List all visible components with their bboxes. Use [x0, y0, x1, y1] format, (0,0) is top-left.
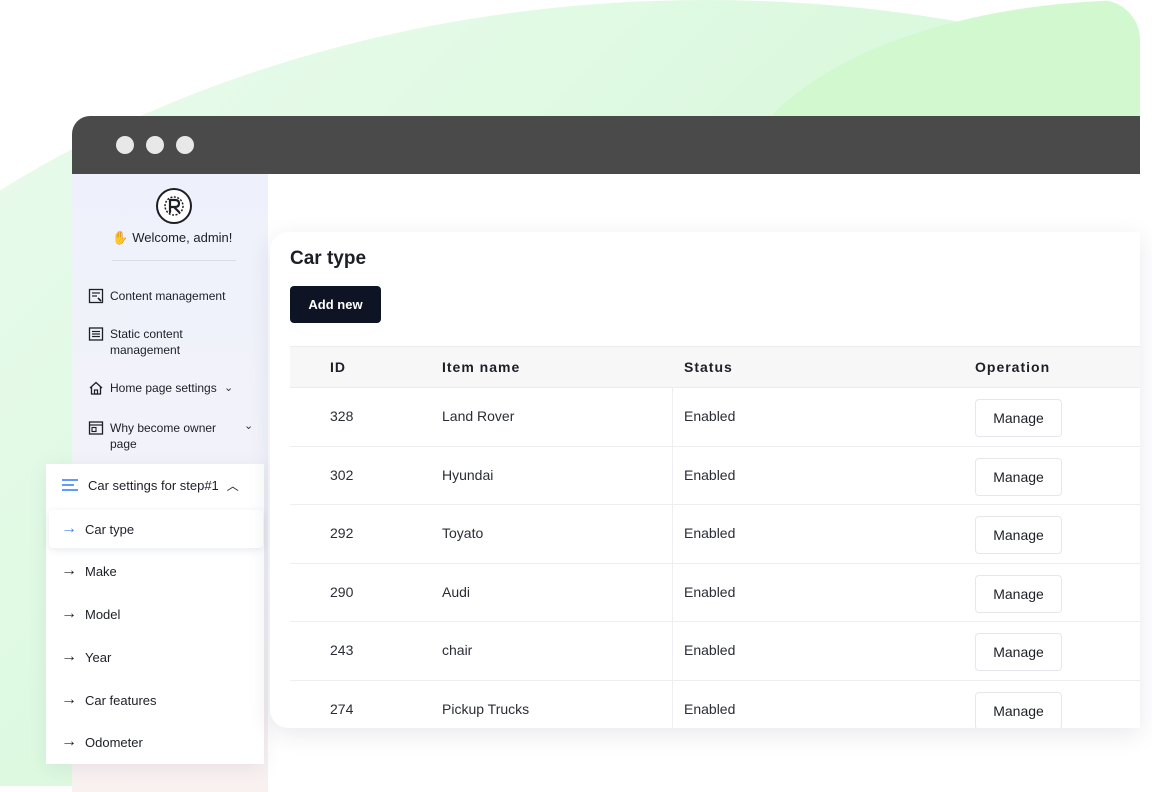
row-id: 274	[330, 700, 354, 717]
document-list-icon	[88, 327, 104, 341]
row-status: Enabled	[684, 583, 736, 600]
manage-button[interactable]: Manage	[975, 691, 1062, 728]
window-dot-icon[interactable]	[116, 136, 134, 154]
sidebar-item-odometer[interactable]: → Odometer	[49, 723, 263, 761]
browser-page-icon	[88, 421, 104, 435]
content-edit-icon	[88, 288, 104, 304]
home-icon	[89, 381, 103, 395]
car-settings-group: Car settings for step#1 ︿ → Car type → M…	[46, 464, 264, 764]
row-id: 292	[330, 525, 354, 541]
row-item-name: chair	[442, 642, 473, 658]
row-id: 290	[330, 583, 354, 600]
manage-button[interactable]: Manage	[975, 516, 1062, 554]
manage-button[interactable]: Manage	[975, 574, 1062, 613]
chevron-down-icon[interactable]: ⌄	[244, 418, 253, 434]
table-row: 292 Toyato Enabled Manage	[290, 505, 1140, 564]
brand-logo-icon	[156, 188, 192, 224]
table-row: 243 chair Enabled Manage	[290, 622, 1140, 681]
chevron-up-icon[interactable]: ︿	[227, 477, 239, 494]
chevron-down-icon[interactable]: ⌄	[224, 380, 233, 396]
arrow-right-icon: →	[61, 562, 77, 579]
arrow-right-icon: →	[61, 520, 77, 537]
car-type-panel: Car type Add new ID Item name Status Ope…	[270, 232, 1140, 728]
sidebar-item-content-management[interactable]: Content management	[88, 288, 225, 304]
row-status: Enabled	[684, 408, 736, 424]
row-status: Enabled	[684, 642, 736, 658]
row-id: 243	[330, 642, 354, 658]
welcome-message: ✋ Welcome, admin!	[112, 230, 233, 245]
manage-button[interactable]: Manage	[975, 457, 1062, 496]
row-id: 328	[330, 408, 354, 424]
row-item-name: Hyundai	[442, 466, 494, 483]
arrow-right-icon: →	[61, 648, 77, 665]
car-settings-group-header[interactable]: Car settings for step#1 ︿	[46, 464, 264, 506]
table-header: ID Item name Status Operation	[290, 346, 1140, 388]
table-row: 274 Pickup Trucks Enabled Manage	[290, 680, 1140, 728]
sidebar-item-why-become-owner[interactable]: Why become owner page ⌄	[88, 420, 258, 452]
sidebar-item-year[interactable]: → Year	[49, 638, 263, 676]
column-header-id: ID	[330, 359, 346, 375]
manage-button[interactable]: Manage	[975, 633, 1062, 671]
sidebar-item-model[interactable]: → Model	[49, 595, 263, 633]
table-row: 328 Land Rover Enabled Manage	[290, 388, 1140, 447]
row-item-name: Toyato	[442, 525, 484, 541]
page-title: Car type	[290, 248, 367, 269]
table-row: 290 Audi Enabled Manage	[290, 563, 1140, 622]
row-status: Enabled	[684, 700, 736, 717]
row-item-name: Audi	[442, 583, 471, 600]
row-item-name: Land Rover	[442, 408, 515, 424]
column-header-status: Status	[684, 359, 733, 375]
window-titlebar	[72, 116, 1140, 174]
arrow-right-icon: →	[61, 733, 77, 750]
sidebar-item-car-features[interactable]: → Car features	[49, 681, 263, 719]
arrow-right-icon: →	[61, 691, 77, 708]
window-dot-icon[interactable]	[146, 136, 164, 154]
arrow-right-icon: →	[61, 605, 77, 622]
sidebar-item-static-content[interactable]: Static content management	[88, 326, 198, 358]
row-status: Enabled	[684, 466, 736, 483]
column-header-item-name: Item name	[442, 359, 521, 375]
menu-lines-icon	[62, 479, 78, 491]
table-row: 302 Hyundai Enabled Manage	[290, 446, 1140, 505]
add-new-button[interactable]: Add new	[290, 286, 381, 323]
row-item-name: Pickup Trucks	[442, 700, 530, 717]
row-status: Enabled	[684, 525, 736, 541]
sidebar-item-home-page-settings[interactable]: Home page settings ⌄	[88, 380, 233, 396]
waving-hand-icon: ✋	[112, 230, 129, 245]
sidebar-divider	[112, 260, 236, 261]
car-type-table: ID Item name Status Operation 328 Land R…	[290, 346, 1140, 728]
window-dot-icon[interactable]	[176, 136, 194, 154]
sidebar-item-car-type[interactable]: → Car type	[49, 510, 263, 548]
row-id: 302	[330, 466, 354, 483]
column-header-operation: Operation	[975, 359, 1051, 375]
manage-button[interactable]: Manage	[975, 399, 1062, 437]
sidebar-item-make[interactable]: → Make	[49, 552, 263, 590]
